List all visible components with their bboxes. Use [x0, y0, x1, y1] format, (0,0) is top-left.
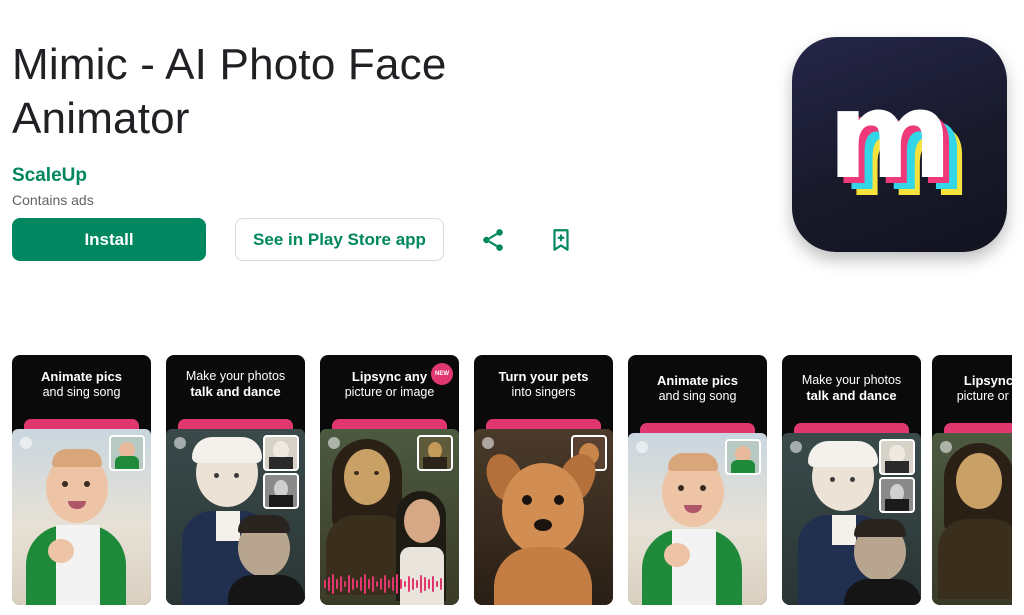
developer-link[interactable]: ScaleUp — [12, 165, 87, 187]
audio-waveform — [324, 573, 455, 595]
wishlist-button[interactable] — [542, 221, 580, 259]
thumbnail-washington — [263, 435, 299, 471]
screenshot-6[interactable]: Make your photos talk and dance — [782, 355, 921, 605]
thumbnail-washington — [879, 439, 915, 475]
app-icon: m m m m — [792, 37, 1007, 252]
screenshot-caption-2: Make your photos — [185, 369, 286, 383]
thumbnail-lincoln — [263, 473, 299, 509]
presidents-photo — [166, 429, 305, 605]
thumbnail-baby — [109, 435, 145, 471]
screenshot-1[interactable]: Animate pics and sing song — [12, 355, 151, 605]
baby-photo — [12, 429, 151, 605]
screenshot-5[interactable]: Animate pics and sing song — [628, 355, 767, 605]
screenshot-caption-4: Turn your pets — [498, 369, 589, 384]
play-icon — [328, 437, 340, 449]
play-icon — [482, 437, 494, 449]
screenshot-caption-7: Lipsync any — [963, 373, 1012, 388]
thumbnail-mona-lisa — [417, 435, 453, 471]
play-icon — [174, 437, 186, 449]
screenshot-carousel[interactable]: Animate pics and sing song Make your phot… — [12, 355, 1012, 605]
see-in-play-store-button[interactable]: See in Play Store app — [235, 218, 444, 261]
screenshot-4[interactable]: Turn your pets into singers — [474, 355, 613, 605]
dog-photo — [474, 429, 613, 605]
play-icon — [636, 441, 648, 453]
thumbnail-baby — [725, 439, 761, 475]
baby-photo — [628, 433, 767, 605]
play-icon — [940, 441, 952, 453]
ads-notice: Contains ads — [12, 192, 94, 208]
mona-lisa-photo — [320, 429, 459, 605]
play-icon — [20, 437, 32, 449]
mona-lisa-photo — [932, 433, 1012, 605]
svg-text:m: m — [827, 67, 952, 206]
screenshot-caption-1: Animate pics — [41, 369, 122, 384]
play-icon — [790, 441, 802, 453]
share-button[interactable] — [474, 221, 512, 259]
presidents-photo — [782, 433, 921, 605]
screenshot-caption-3: Lipsync any — [351, 369, 428, 384]
app-title: Mimic - AI Photo Face Animator — [12, 40, 447, 143]
screenshot-7[interactable]: Lipsync anypicture or image — [932, 355, 1012, 605]
new-badge: NEW — [431, 363, 453, 385]
share-icon — [483, 229, 503, 251]
thumbnail-lincoln — [879, 477, 915, 513]
screenshot-caption-5: Animate pics — [657, 373, 738, 388]
screenshot-caption-6: Make your photos — [801, 373, 902, 387]
bookmark-add-icon — [553, 229, 569, 251]
screenshot-3[interactable]: Lipsync any picture or image NEW — [320, 355, 459, 605]
screenshot-2[interactable]: Make your photos talk and dance — [166, 355, 305, 605]
install-button[interactable]: Install — [12, 218, 206, 261]
